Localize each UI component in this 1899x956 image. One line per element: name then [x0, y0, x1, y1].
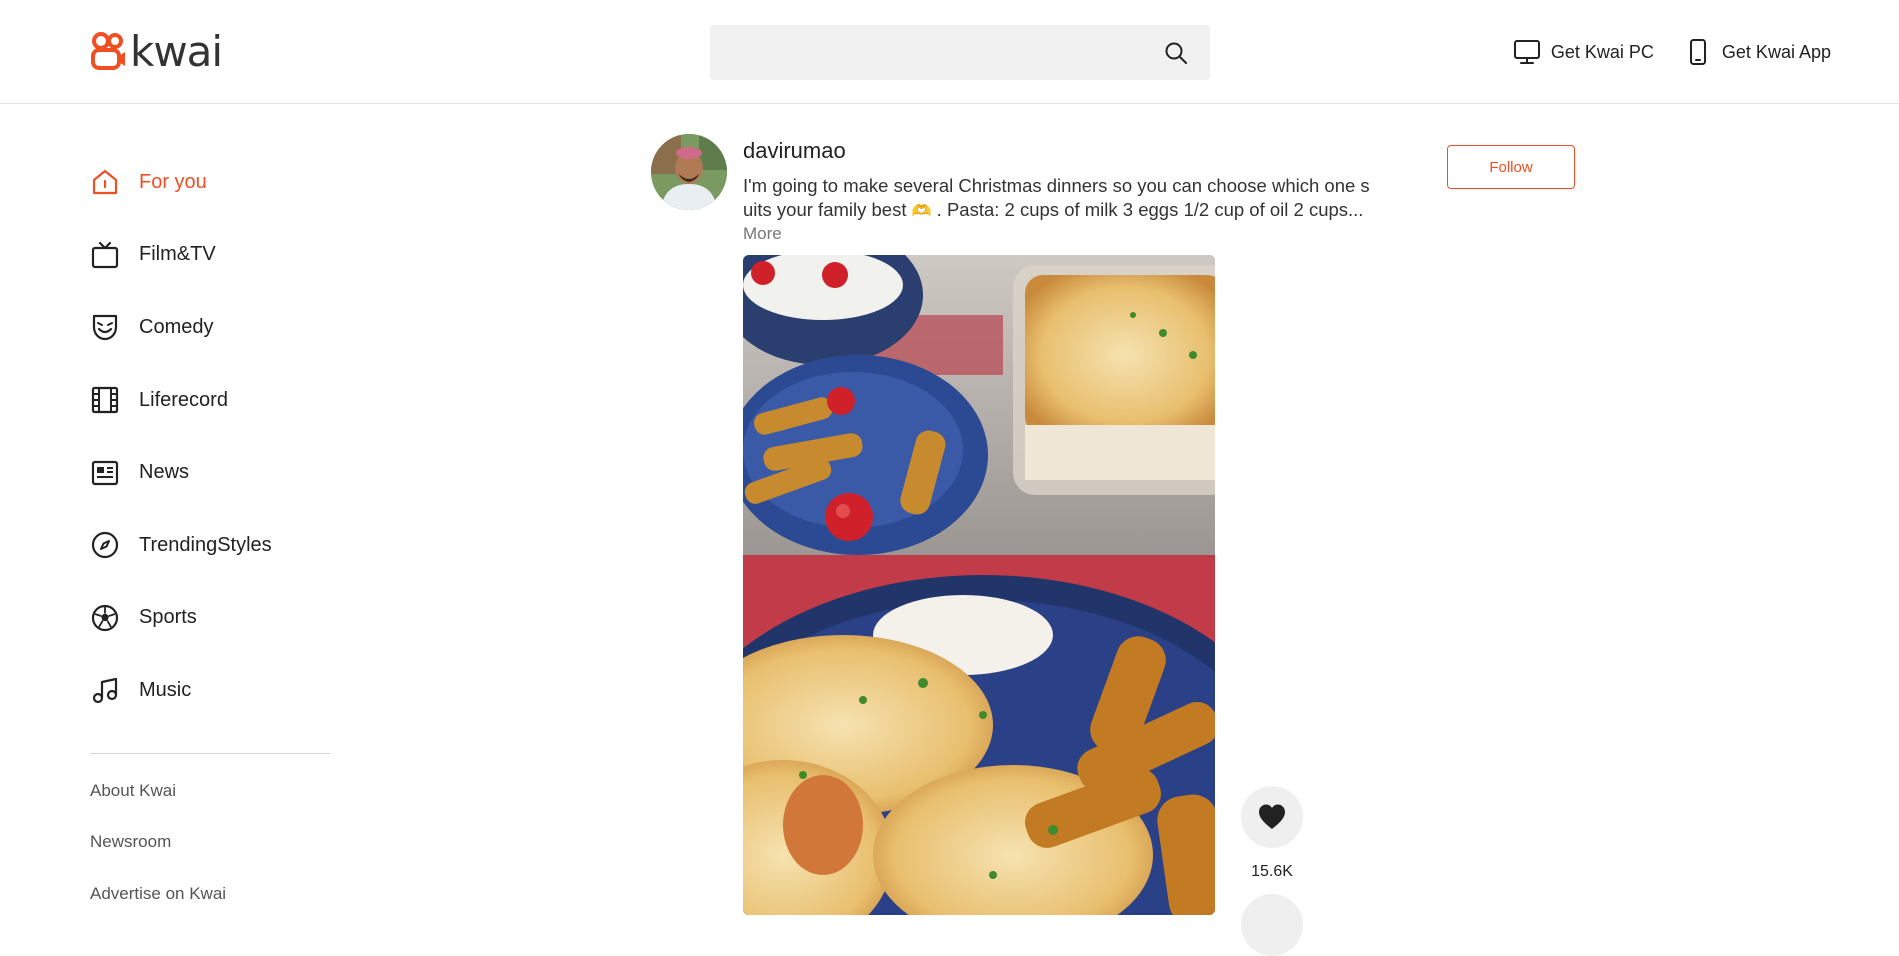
- sidebar-item-label: Sports: [139, 606, 197, 629]
- sidebar-item-label: Film&TV: [139, 243, 216, 266]
- phone-icon: [1689, 39, 1706, 65]
- newsroom-link[interactable]: Newsroom: [90, 825, 330, 877]
- home-icon: [90, 167, 120, 197]
- caption-text: uits your family best: [743, 199, 912, 220]
- sidebar: For you Film&TV Comedy Liferecord News T…: [90, 146, 330, 928]
- comedy-mask-icon: [90, 312, 120, 342]
- soccer-ball-icon: [90, 603, 120, 633]
- heart-icon: [1259, 804, 1285, 829]
- get-kwai-pc-label: Get Kwai PC: [1550, 41, 1654, 62]
- music-note-icon: [90, 675, 120, 705]
- advertise-link[interactable]: Advertise on Kwai: [90, 877, 330, 929]
- search-bar: [710, 25, 1210, 80]
- sidebar-item-film-tv[interactable]: Film&TV: [90, 219, 330, 292]
- sidebar-item-label: TrendingStyles: [139, 533, 272, 556]
- sidebar-item-trendingstyles[interactable]: TrendingStyles: [90, 509, 330, 582]
- sidebar-item-for-you[interactable]: For you: [90, 146, 330, 219]
- newspaper-icon: [90, 458, 120, 488]
- header-links: Get Kwai PC Get Kwai App: [1513, 38, 1831, 66]
- sidebar-item-sports[interactable]: Sports: [90, 582, 330, 655]
- search-input[interactable]: [710, 25, 1150, 80]
- get-kwai-app-link[interactable]: Get Kwai App: [1684, 38, 1831, 66]
- sidebar-item-comedy[interactable]: Comedy: [90, 291, 330, 364]
- kwai-logo[interactable]: kwai: [90, 27, 223, 76]
- caption-more-link[interactable]: More: [743, 224, 782, 244]
- like-count: 15.6K: [1251, 863, 1293, 880]
- kwai-wordmark: kwai: [130, 27, 223, 76]
- video-player[interactable]: [743, 255, 1215, 915]
- get-kwai-app-label: Get Kwai App: [1721, 41, 1831, 62]
- sidebar-item-label: Music: [139, 678, 192, 701]
- next-action-button[interactable]: [1241, 894, 1303, 956]
- caption-line: uits your family best 🫶 . Pasta: 2 cups …: [743, 198, 1415, 222]
- get-kwai-pc-link[interactable]: Get Kwai PC: [1513, 38, 1654, 66]
- like-section: 15.6K: [1241, 786, 1321, 881]
- like-button[interactable]: [1241, 786, 1303, 848]
- sidebar-item-music[interactable]: Music: [90, 654, 330, 727]
- post-caption: I'm going to make several Christmas dinn…: [743, 174, 1415, 222]
- kwai-logo-icon: [91, 32, 125, 70]
- caption-line: I'm going to make several Christmas dinn…: [743, 175, 1370, 196]
- sidebar-item-label: Comedy: [139, 315, 214, 338]
- heart-hands-emoji: 🫶: [911, 203, 932, 220]
- avatar[interactable]: [651, 134, 727, 210]
- top-header: kwai Get Kwai PC Get Kwai App: [0, 0, 1899, 104]
- sidebar-item-label: Liferecord: [139, 388, 228, 411]
- post-username[interactable]: davirumao: [743, 138, 846, 164]
- tv-icon: [90, 240, 120, 270]
- monitor-icon: [1513, 40, 1540, 64]
- sidebar-divider: [90, 752, 330, 754]
- sidebar-item-news[interactable]: News: [90, 436, 330, 509]
- sidebar-item-label: For you: [139, 170, 207, 193]
- follow-button[interactable]: Follow: [1447, 145, 1575, 189]
- compass-icon: [90, 530, 120, 560]
- caption-text: . Pasta: 2 cups of milk 3 eggs 1/2 cup o…: [931, 199, 1364, 220]
- search-icon[interactable]: [1164, 41, 1188, 65]
- film-strip-icon: [90, 385, 120, 415]
- sidebar-item-liferecord[interactable]: Liferecord: [90, 364, 330, 437]
- about-kwai-link[interactable]: About Kwai: [90, 774, 330, 826]
- sidebar-item-label: News: [139, 461, 190, 484]
- video-thumbnail: [743, 255, 1215, 915]
